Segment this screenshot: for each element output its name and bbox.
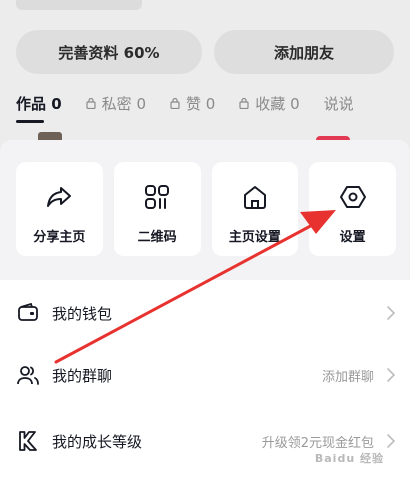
wallet-icon	[18, 302, 38, 321]
profile-settings-button[interactable]: 主页设置	[211, 162, 299, 256]
settings-button[interactable]: 设置	[309, 162, 396, 256]
qr-code-icon	[145, 185, 170, 209]
tab-private[interactable]: 私密 0	[86, 93, 146, 114]
growth-level-label: 我的成长等级	[52, 432, 143, 451]
complete-profile-button[interactable]: 完善资料 60%	[16, 30, 202, 74]
chevron-right-icon	[387, 306, 396, 320]
top-chip[interactable]	[16, 0, 142, 10]
home-icon	[243, 186, 266, 209]
add-friends-button[interactable]: 添加朋友	[214, 30, 394, 74]
active-tab-indicator	[16, 120, 44, 123]
tab-favorites[interactable]: 收藏 0	[239, 93, 300, 114]
chevron-right-icon	[387, 434, 396, 448]
profile-backdrop: 完善资料 60% 添加朋友 作品 0 私密 0 赞 0 收藏 0 说说	[0, 0, 410, 150]
add-group-chat-hint[interactable]: 添加群聊	[322, 366, 374, 385]
lock-icon	[86, 97, 96, 109]
group-chat-icon	[17, 366, 39, 385]
growth-level-icon	[19, 431, 37, 451]
watermark: Baidu 经验	[314, 452, 384, 465]
tab-works[interactable]: 作品 0	[16, 93, 62, 114]
share-profile-label: 分享主页	[33, 230, 86, 245]
profile-settings-label: 主页设置	[228, 230, 281, 245]
share-arrow-icon	[47, 187, 72, 207]
settings-label: 设置	[339, 230, 366, 245]
more-options-sheet: 分享主页 二维码 主页设置 设置 我的钱包 我的群聊 添加群聊 我的成长等级 升…	[0, 140, 410, 492]
list-item-group-chat[interactable]: 我的群聊 添加群聊	[0, 342, 410, 408]
list-item-wallet[interactable]: 我的钱包	[0, 280, 410, 346]
qr-code-button[interactable]: 二维码	[113, 162, 201, 256]
lock-icon	[239, 97, 249, 109]
hexagon-settings-icon	[339, 186, 366, 208]
growth-level-hint: 升级领2元现金红包	[261, 435, 374, 451]
wallet-label: 我的钱包	[52, 304, 113, 323]
lock-icon	[170, 97, 180, 109]
profile-tabs: 作品 0 私密 0 赞 0 收藏 0 说说	[16, 92, 410, 114]
qr-code-label: 二维码	[137, 230, 177, 245]
quick-actions-grid: 分享主页 二维码 主页设置 设置	[16, 162, 396, 258]
tab-likes[interactable]: 赞 0	[170, 93, 215, 114]
chevron-right-icon	[387, 368, 396, 382]
group-chat-label: 我的群聊	[52, 366, 113, 385]
tab-moments[interactable]: 说说	[324, 93, 354, 114]
share-profile-button[interactable]: 分享主页	[16, 162, 103, 256]
